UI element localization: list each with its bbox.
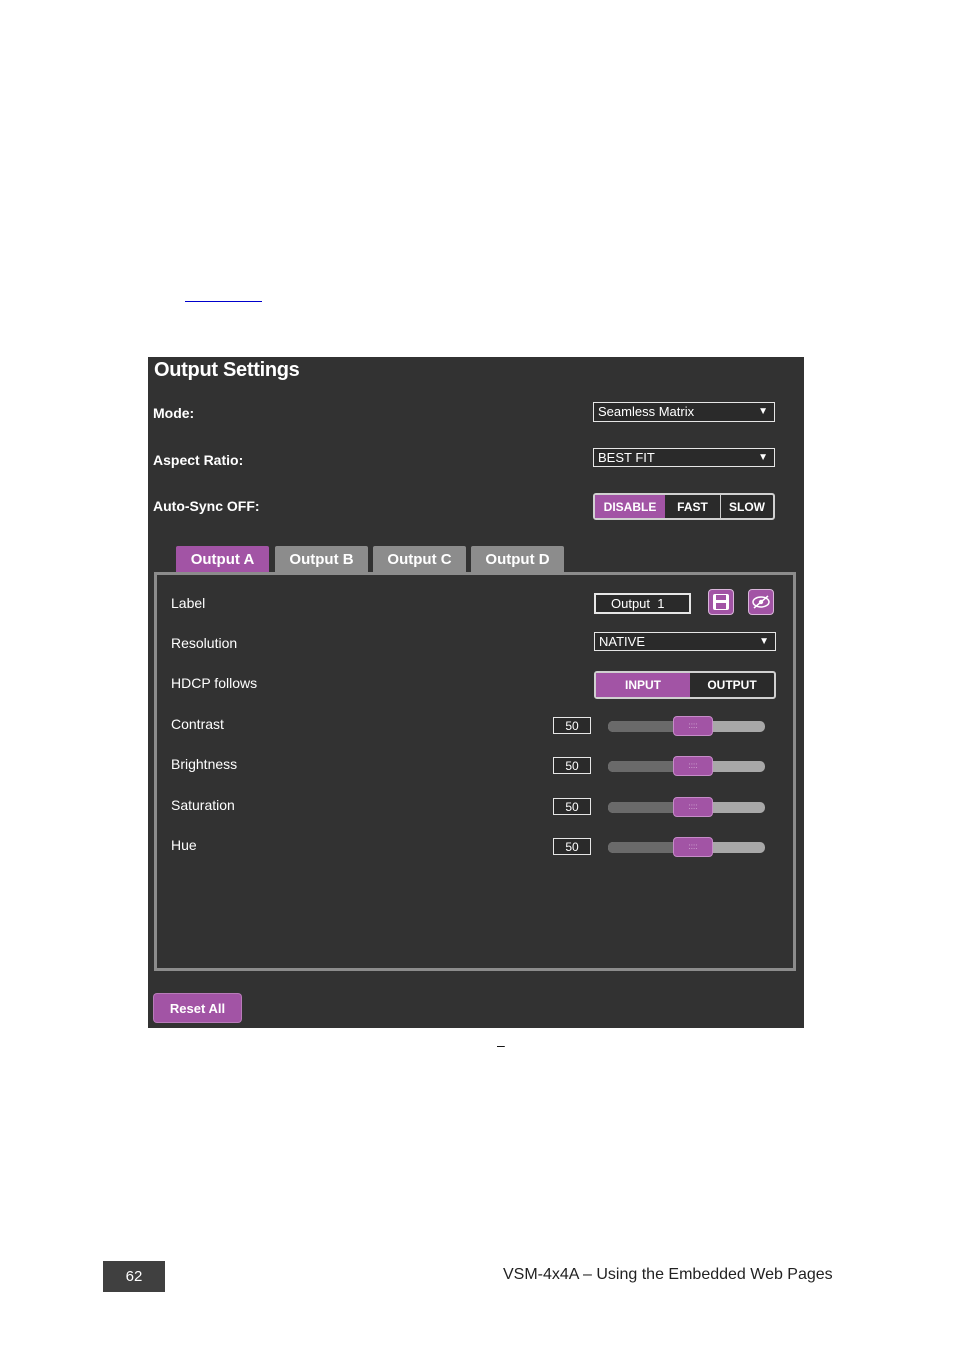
- link-underline: [185, 301, 262, 302]
- output-a-content: Label Output 1 Resolution NATIVE ▼ HDCP …: [154, 572, 796, 971]
- output-label-input[interactable]: Output 1: [594, 593, 691, 614]
- hdcp-input-button[interactable]: INPUT: [596, 673, 690, 697]
- output-settings-panel: Output Settings Mode: Seamless Matrix ▼ …: [148, 357, 804, 1028]
- aspect-ratio-select[interactable]: BEST FIT ▼: [593, 448, 775, 467]
- auto-sync-label: Auto-Sync OFF:: [153, 498, 260, 514]
- panel-title: Output Settings: [154, 359, 300, 381]
- chevron-down-icon: ▼: [759, 636, 769, 647]
- tab-output-d[interactable]: Output D: [471, 546, 564, 573]
- aspect-ratio-value: BEST FIT: [598, 450, 655, 465]
- brightness-slider-fill: [608, 761, 681, 772]
- auto-sync-toggle: DISABLE FAST SLOW: [593, 493, 775, 520]
- aspect-ratio-label: Aspect Ratio:: [153, 452, 244, 468]
- hdcp-label: HDCP follows: [171, 675, 258, 691]
- page-number: 62: [103, 1261, 165, 1292]
- auto-sync-fast-button[interactable]: FAST: [665, 495, 720, 518]
- label-row-label: Label: [171, 595, 206, 611]
- resolution-select[interactable]: NATIVE ▼: [594, 632, 776, 651]
- saturation-label: Saturation: [171, 797, 235, 813]
- auto-sync-disable-button[interactable]: DISABLE: [595, 495, 665, 518]
- saturation-value-input[interactable]: 50: [553, 798, 591, 815]
- saturation-slider-fill: [608, 802, 681, 813]
- tab-output-a[interactable]: Output A: [176, 546, 269, 573]
- hue-slider-thumb[interactable]: ::::: [673, 837, 713, 857]
- hue-slider-fill: [608, 842, 681, 853]
- contrast-slider-thumb[interactable]: ::::: [673, 716, 713, 736]
- saturation-slider-thumb[interactable]: ::::: [673, 797, 713, 817]
- tab-output-c[interactable]: Output C: [373, 546, 466, 573]
- contrast-slider-fill: [608, 721, 681, 732]
- reset-all-button[interactable]: Reset All: [154, 994, 241, 1022]
- footer-text: VSM-4x4A – Using the Embedded Web Pages: [503, 1266, 833, 1283]
- mode-value: Seamless Matrix: [598, 404, 695, 419]
- brightness-slider-thumb[interactable]: ::::: [673, 756, 713, 776]
- hdcp-output-button[interactable]: OUTPUT: [690, 673, 774, 697]
- resolution-label: Resolution: [171, 635, 238, 651]
- eye-slash-icon: [752, 595, 770, 609]
- mode-select[interactable]: Seamless Matrix ▼: [593, 402, 775, 422]
- hue-value-input[interactable]: 50: [553, 838, 591, 855]
- resolution-value: NATIVE: [599, 634, 645, 649]
- contrast-value-input[interactable]: 50: [553, 717, 591, 734]
- brightness-label: Brightness: [171, 756, 238, 772]
- mode-label: Mode:: [153, 405, 195, 421]
- hdcp-toggle: INPUT OUTPUT: [594, 671, 776, 699]
- chevron-down-icon: ▼: [758, 452, 768, 463]
- save-button[interactable]: [708, 589, 734, 615]
- save-icon: [713, 594, 729, 610]
- hide-button[interactable]: [748, 589, 774, 615]
- tab-output-b[interactable]: Output B: [275, 546, 368, 573]
- caption-dash: –: [497, 1037, 505, 1053]
- brightness-value-input[interactable]: 50: [553, 757, 591, 774]
- contrast-label: Contrast: [171, 716, 224, 732]
- hue-label: Hue: [171, 837, 197, 853]
- chevron-down-icon: ▼: [758, 406, 768, 417]
- auto-sync-slow-button[interactable]: SLOW: [720, 495, 773, 518]
